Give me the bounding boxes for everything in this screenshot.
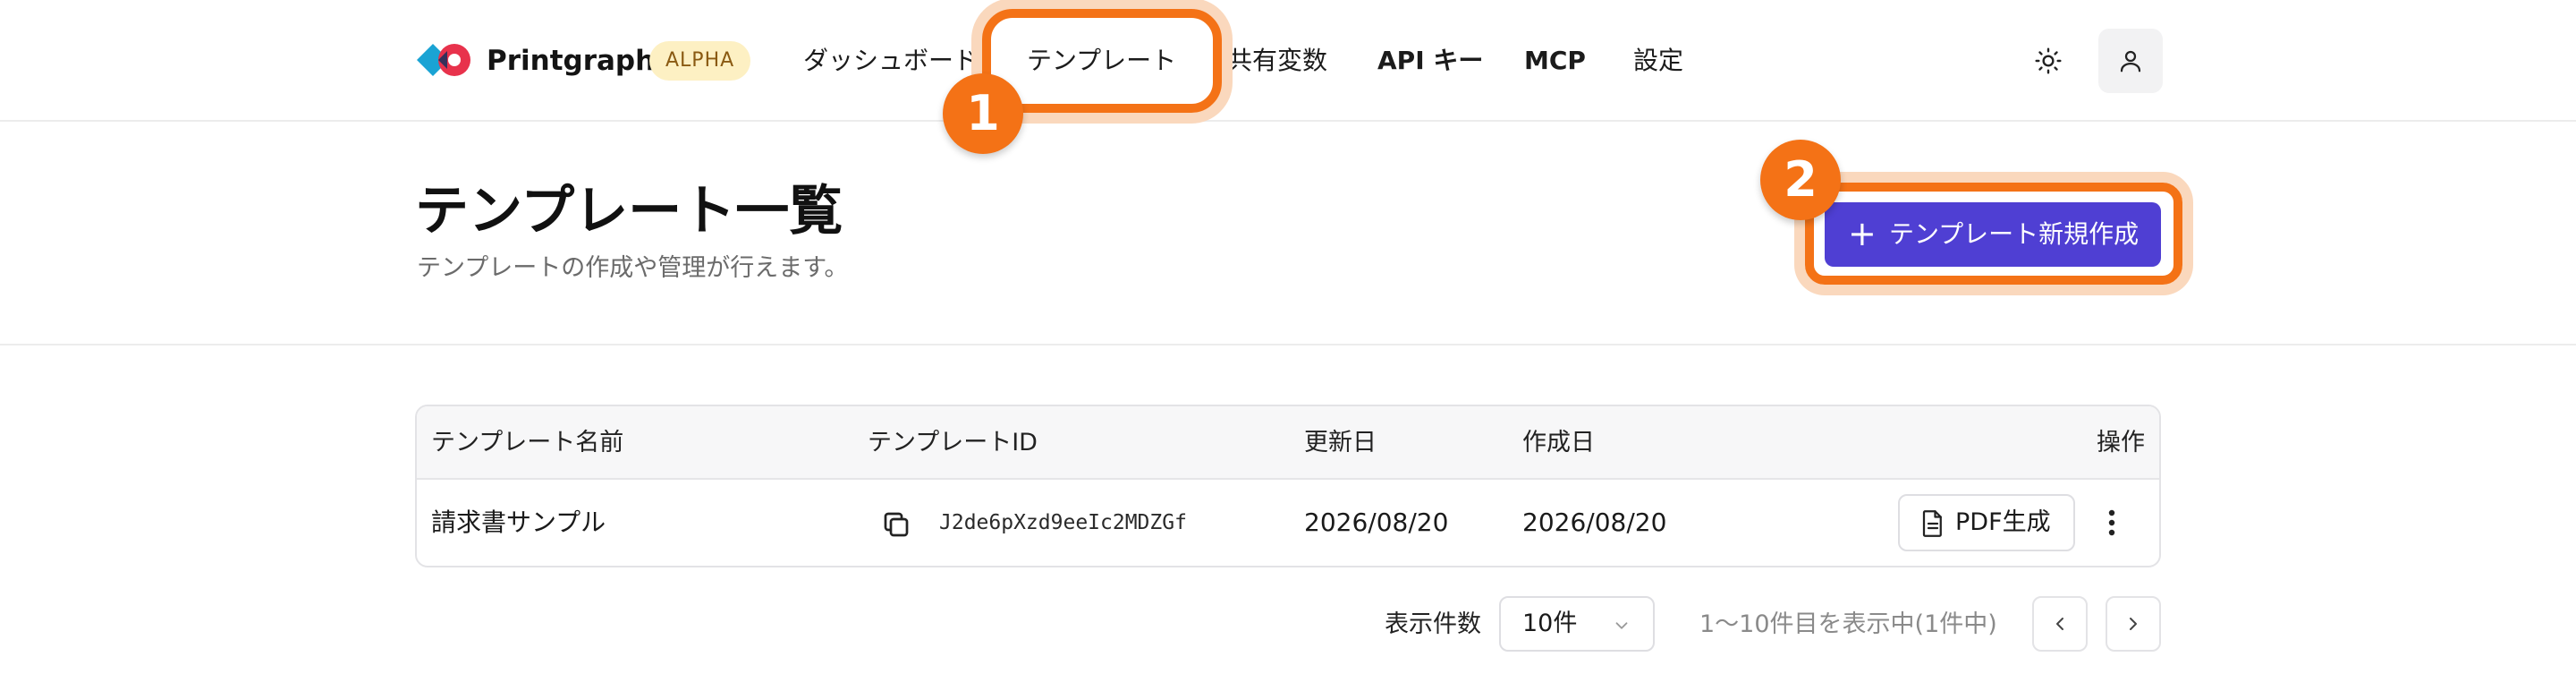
previous-page-button[interactable] [2032,596,2088,652]
more-options-icon[interactable] [2098,505,2125,541]
document-icon [1922,510,1942,537]
per-page-value: 10件 [1522,610,1578,637]
nav-settings[interactable]: 設定 [1633,41,1683,81]
per-page-label: 表示件数 [1385,610,1481,638]
created-date-cell: 2026/08/20 [1522,508,1667,537]
chevron-down-icon [1615,622,1628,629]
chevron-left-icon [2056,618,2063,630]
top-header: Printgraph ALPHA ダッシュボード テンプレート 共有変数 API… [0,0,2576,122]
callout-badge-1: 1 [943,73,1023,154]
column-header-id: テンプレートID [868,429,1038,456]
pagination-range-text: 1〜10件目を表示中(1件中) [1699,610,1997,638]
template-name-cell[interactable]: 請求書サンプル [431,480,606,566]
nav-api-keys[interactable]: API キー [1377,41,1483,81]
updated-date-cell: 2026/08/20 [1304,508,1449,537]
user-icon [2120,50,2141,73]
column-header-name: テンプレート名前 [431,429,624,456]
brand-name[interactable]: Printgraph [487,41,655,81]
alpha-badge: ALPHA [649,41,751,81]
template-id-cell: J2de6pXzd9eeIc2MDZGf [939,511,1187,534]
nav-shared-variables[interactable]: 共有変数 [1227,41,1327,81]
page-title: テンプレート一覧 [415,180,843,243]
theme-toggle-button[interactable] [2027,39,2070,82]
column-header-updated: 更新日 [1304,429,1377,456]
generate-pdf-button[interactable]: PDF生成 [1898,494,2075,551]
column-header-actions: 操作 [2097,429,2145,456]
column-header-created: 作成日 [1522,429,1595,456]
highlight-ring-new-button [1805,183,2182,285]
next-page-button[interactable] [2106,596,2161,652]
sun-icon [2035,47,2062,74]
callout-badge-2: 2 [1760,140,1841,220]
chevron-right-icon [2130,618,2137,630]
user-menu-button[interactable] [2098,29,2163,93]
page-subtitle: テンプレートの作成や管理が行えます。 [417,254,849,282]
nav-mcp[interactable]: MCP [1524,41,1586,81]
templates-table: テンプレート名前 テンプレートID 更新日 作成日 操作 請求書サンプル J2d… [415,405,2161,567]
copy-icon[interactable] [880,508,912,541]
printgraph-logo-icon[interactable] [415,41,474,79]
nav-dashboard[interactable]: ダッシュボード [803,41,979,81]
table-header: テンプレート名前 テンプレートID 更新日 作成日 操作 [417,406,2159,480]
per-page-select[interactable]: 10件 [1499,596,1655,652]
section-divider [0,344,2576,346]
generate-pdf-label: PDF生成 [1955,508,2051,536]
